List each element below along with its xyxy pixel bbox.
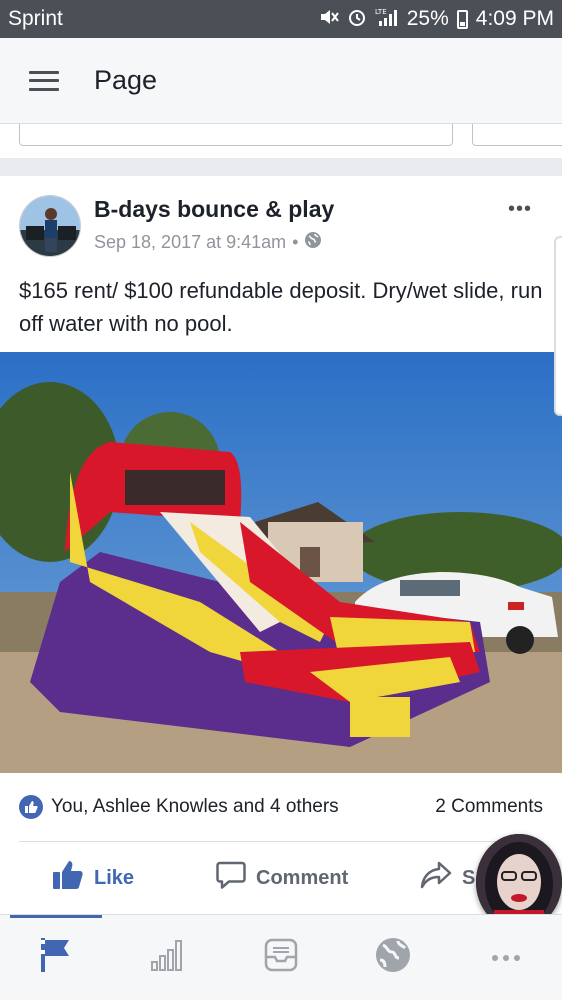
globe-icon [374, 936, 412, 979]
page-name[interactable]: B-days bounce & play [94, 196, 334, 223]
post-text: $165 rent/ $100 refundable deposit. Dry/… [19, 278, 543, 336]
like-label: Like [94, 866, 135, 889]
reactions-row[interactable]: You, Ashlee Knowles and 4 others 2 Comme… [0, 773, 562, 841]
share-label: S [462, 866, 476, 889]
thumbs-up-icon [52, 860, 84, 896]
post-header: B-days bounce & play Sep 18, 2017 at 9:4… [0, 176, 562, 266]
more-icon [491, 949, 521, 967]
share-icon [420, 861, 452, 895]
previous-content-peek [0, 124, 562, 158]
like-button[interactable]: Like [52, 860, 134, 896]
reactions-names[interactable]: You, Ashlee Knowles and 4 others [51, 796, 435, 818]
nav-tab-page[interactable] [0, 915, 112, 1000]
clock: 4:09 PM [475, 7, 554, 30]
lte-signal-icon: LTE [375, 7, 399, 32]
carrier-label: Sprint [8, 7, 63, 30]
comment-button[interactable]: Comment [216, 860, 348, 896]
comments-count[interactable]: 2 Comments [435, 796, 543, 818]
nav-tab-globe[interactable] [337, 915, 449, 1000]
insights-icon [150, 938, 188, 977]
peek-button[interactable] [19, 124, 453, 146]
comment-label: Comment [256, 866, 349, 889]
nav-tab-inbox[interactable] [225, 915, 337, 1000]
page-avatar[interactable] [19, 195, 81, 257]
status-icons: LTE 25% 4:09 PM [319, 7, 554, 32]
share-button[interactable]: S [420, 861, 475, 895]
mute-icon [319, 8, 339, 31]
peek-button-secondary[interactable] [472, 124, 562, 146]
alarm-icon [347, 7, 367, 32]
menu-icon[interactable] [29, 70, 59, 91]
bottom-nav [0, 914, 562, 1000]
like-reaction-icon [19, 795, 43, 819]
svg-text:LTE: LTE [375, 8, 387, 16]
post-card: B-days bounce & play Sep 18, 2017 at 9:4… [0, 176, 562, 914]
more-options-icon[interactable]: ••• [508, 198, 532, 221]
page-title: Page [94, 65, 158, 95]
post-meta: Sep 18, 2017 at 9:41am • [94, 231, 322, 254]
flag-icon [39, 936, 73, 979]
battery-icon [456, 9, 468, 29]
meta-separator: • [292, 232, 299, 252]
status-bar: Sprint LTE 25% 4:09 PM [0, 0, 562, 38]
comment-icon [216, 860, 246, 896]
battery-percent: 25% [406, 7, 449, 30]
globe-icon [304, 231, 322, 254]
post-timestamp[interactable]: Sep 18, 2017 at 9:41am [94, 232, 286, 253]
app-bar: Page [0, 38, 562, 124]
post-photo[interactable] [0, 352, 562, 773]
nav-tab-insights[interactable] [112, 915, 224, 1000]
inbox-icon [263, 937, 299, 978]
nav-tab-more[interactable] [450, 915, 562, 1000]
scroll-indicator[interactable] [554, 236, 562, 416]
